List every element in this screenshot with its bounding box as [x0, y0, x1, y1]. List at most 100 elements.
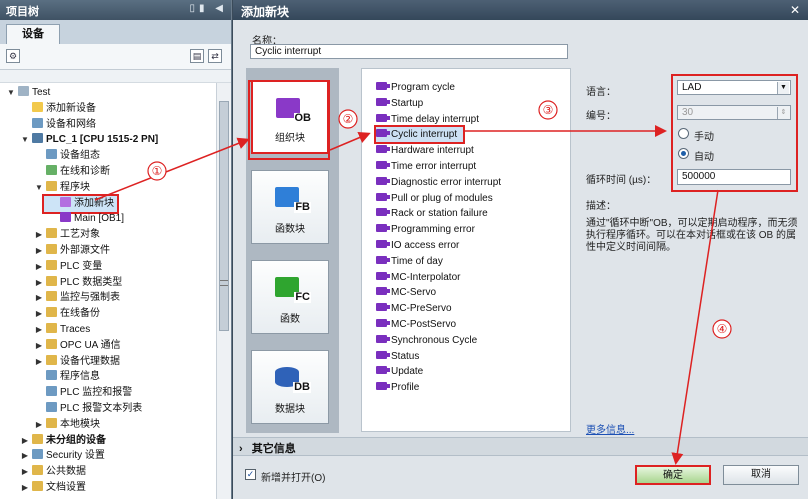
collapsed-chevron-icon[interactable]: ▶: [20, 448, 30, 464]
tree-item[interactable]: ▶ 工艺对象: [0, 227, 100, 243]
ob-block-button[interactable]: OB 组织块: [251, 80, 329, 154]
tree-item[interactable]: ▶ 公共数据: [0, 464, 86, 480]
ob-list-item[interactable]: Update: [376, 364, 423, 379]
ob-list-item[interactable]: Pull or plug of modules: [376, 191, 493, 206]
tree-item[interactable]: ▶ 设备代理数据: [0, 354, 120, 370]
collapsed-chevron-icon[interactable]: ▶: [34, 322, 44, 338]
expanded-chevron-icon[interactable]: ▼: [20, 132, 30, 148]
more-info-link[interactable]: 更多信息...: [586, 421, 634, 436]
tree-item[interactable]: ▶ 监控与强制表: [0, 290, 120, 306]
expanded-chevron-icon[interactable]: ▼: [6, 85, 16, 101]
ob-list-item[interactable]: Synchronous Cycle: [376, 333, 477, 348]
tree-scrollbar[interactable]: [216, 83, 231, 499]
tree-column-header: [0, 70, 231, 83]
tree-item[interactable]: 在线和诊断: [0, 164, 110, 180]
ob-list-item[interactable]: Diagnostic error interrupt: [376, 175, 501, 190]
scrollbar-thumb[interactable]: [219, 101, 229, 331]
db-block-button[interactable]: DB 数据块: [251, 350, 329, 424]
chevron-down-icon[interactable]: ▼: [777, 82, 789, 94]
ob-list-item[interactable]: MC-Servo: [376, 285, 436, 300]
ob-list-item[interactable]: Programming error: [376, 222, 475, 237]
tree-item[interactable]: Main [OB1]: [0, 211, 124, 227]
tree-item[interactable]: 设备组态: [0, 148, 100, 164]
tree-item[interactable]: PLC 监控和报警: [0, 385, 132, 401]
number-input[interactable]: 30 ⇕: [677, 105, 791, 120]
manual-radio[interactable]: [678, 128, 689, 139]
tree-item[interactable]: ▶ Traces: [0, 322, 90, 338]
ob-item-label: Time delay interrupt: [391, 113, 479, 125]
ob-list-item[interactable]: Cyclic interrupt: [373, 125, 466, 145]
ob-list-item[interactable]: Profile: [376, 380, 419, 395]
ob-list-item[interactable]: MC-PostServo: [376, 317, 456, 332]
collapsed-chevron-icon[interactable]: ▶: [34, 275, 44, 291]
collapsed-chevron-icon[interactable]: ▶: [34, 306, 44, 322]
collapsed-chevron-icon[interactable]: ▶: [34, 227, 44, 243]
close-icon[interactable]: ✕: [788, 3, 802, 17]
collapsed-chevron-icon[interactable]: ▶: [20, 480, 30, 496]
overview-icon[interactable]: ▤: [190, 49, 204, 63]
config-icon: [46, 149, 57, 160]
ob-list-item[interactable]: MC-Interpolator: [376, 270, 460, 285]
tree-item[interactable]: ▶ PLC 数据类型: [0, 275, 122, 291]
tree-item[interactable]: ▶ 在线备份: [0, 306, 100, 322]
ob-item-icon: [376, 271, 390, 280]
collapsed-chevron-icon[interactable]: ▶: [34, 338, 44, 354]
tree-item[interactable]: ▶ 未分组的设备: [0, 433, 106, 449]
ob-item-label: Programming error: [391, 224, 475, 236]
collapsed-chevron-icon[interactable]: ▶: [34, 243, 44, 259]
tree-item[interactable]: ▼ 程序块: [0, 180, 90, 196]
ob-list-item[interactable]: Status: [376, 349, 419, 364]
tree-item[interactable]: 程序信息: [0, 369, 100, 385]
spinner-icon[interactable]: ⇕: [777, 107, 789, 119]
collapsed-chevron-icon[interactable]: ▶: [34, 354, 44, 370]
ob-list-item[interactable]: Time error interrupt: [376, 159, 476, 174]
ob-item-label: Status: [391, 350, 420, 362]
auto-radio[interactable]: [678, 148, 689, 159]
tree-item[interactable]: 设备和网络: [0, 117, 96, 133]
tree-item[interactable]: ▼ Test: [0, 85, 50, 101]
expanded-chevron-icon[interactable]: ▼: [34, 180, 44, 196]
ob-list-item[interactable]: Startup: [376, 96, 423, 111]
tree-item[interactable]: 添加新块: [42, 193, 119, 214]
collapsed-chevron-icon[interactable]: ▶: [34, 417, 44, 433]
ob-list-item[interactable]: Program cycle: [376, 80, 455, 95]
ob-list-item[interactable]: Time of day: [376, 254, 443, 269]
tree-item-label: 公共数据: [46, 466, 86, 478]
ob-item-label: Hardware interrupt: [391, 145, 474, 157]
tree-item[interactable]: ▼ PLC_1 [CPU 1515-2 PN]: [0, 132, 158, 148]
ob-list-item[interactable]: MC-PreServo: [376, 301, 452, 316]
tree-settings-icon[interactable]: ⚙: [6, 49, 20, 63]
ob-item-icon: [376, 255, 390, 264]
ok-button[interactable]: 确定: [635, 465, 711, 485]
other-info-expander[interactable]: › 其它信息: [233, 437, 808, 456]
tree-item[interactable]: ▶ 外部源文件: [0, 243, 110, 259]
collapsed-chevron-icon[interactable]: ▶: [20, 464, 30, 480]
language-select[interactable]: LAD ▼: [677, 80, 791, 95]
collapsed-chevron-icon[interactable]: ▶: [34, 259, 44, 275]
tree-item[interactable]: ▶ Security 设置: [0, 448, 105, 464]
ob-list-item[interactable]: Time delay interrupt: [376, 112, 479, 127]
cancel-button[interactable]: 取消: [723, 465, 799, 485]
ob-list-item[interactable]: IO access error: [376, 238, 459, 253]
ob-list-item[interactable]: Hardware interrupt: [376, 143, 474, 158]
collapsed-chevron-icon[interactable]: ▶: [34, 290, 44, 306]
name-input[interactable]: Cyclic interrupt: [250, 44, 568, 59]
tree-item[interactable]: 添加新设备: [0, 101, 96, 117]
cycle-time-input[interactable]: 500000: [677, 169, 791, 185]
ob-list-item[interactable]: Rack or station failure: [376, 206, 488, 221]
panel-controls-icon[interactable]: ▯▮ ◀: [190, 3, 227, 14]
tree-item[interactable]: ▶ 本地模块: [0, 417, 100, 433]
fb-block-button[interactable]: FB 函数块: [251, 170, 329, 244]
number-label: 编号：: [586, 111, 616, 122]
tree-item[interactable]: PLC 报警文本列表: [0, 401, 142, 417]
tree-item[interactable]: ▶ OPC UA 通信: [0, 338, 121, 354]
tree-item[interactable]: ▶ 文档设置: [0, 480, 86, 496]
cycle-time-label: 循环时间 (µs)：: [586, 175, 657, 186]
ob-item-icon: [376, 145, 390, 154]
collapsed-chevron-icon[interactable]: ▶: [20, 433, 30, 449]
tab-devices[interactable]: 设备: [6, 24, 60, 44]
tree-item[interactable]: ▶ PLC 变量: [0, 259, 102, 275]
fc-block-button[interactable]: FC 函数: [251, 260, 329, 334]
split-view-icon[interactable]: ⇄: [208, 49, 222, 63]
add-and-open-checkbox[interactable]: ✓: [245, 469, 256, 480]
